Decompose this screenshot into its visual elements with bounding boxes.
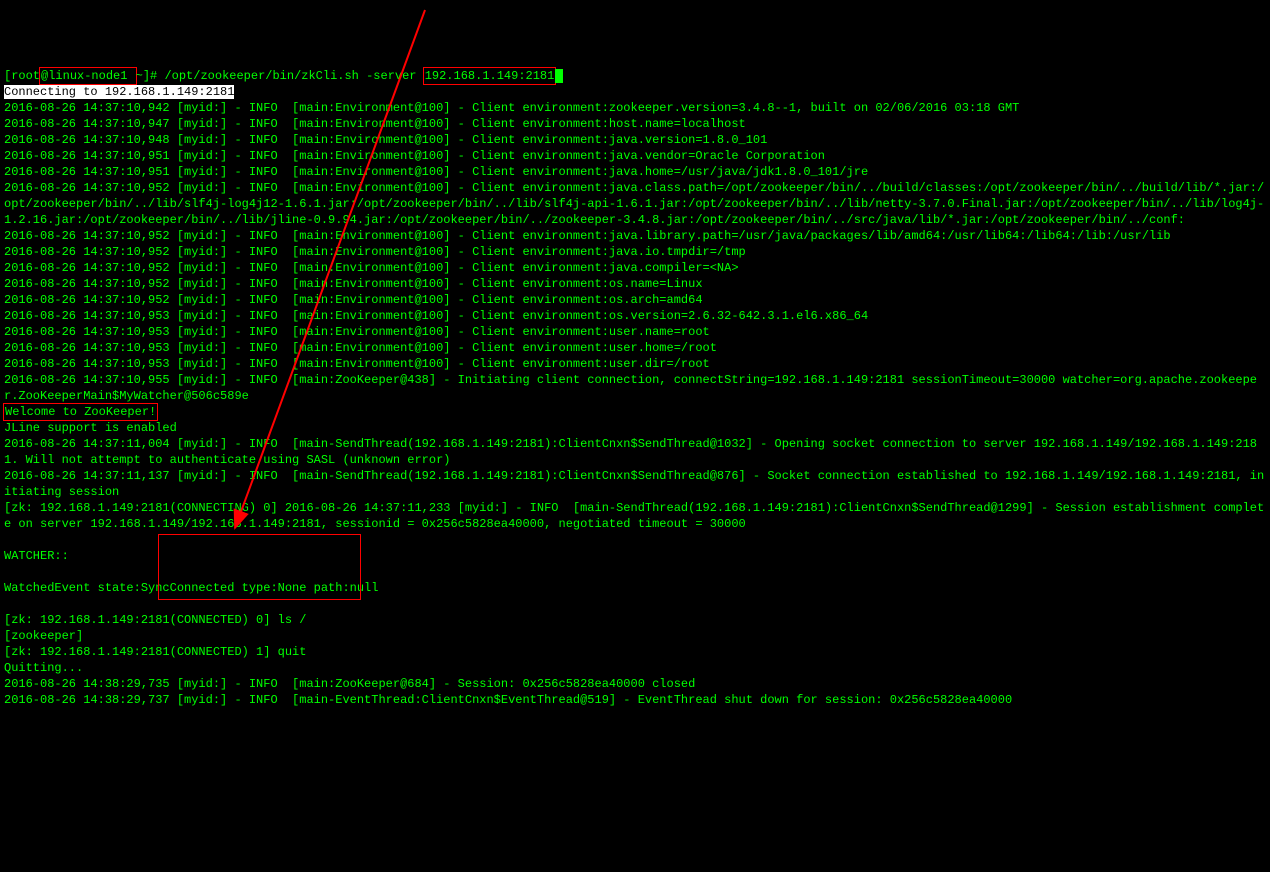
terminal-line: [4, 596, 1266, 612]
prompt-user: [root: [4, 69, 40, 83]
terminal-line: 2016-08-26 14:37:10,952 [myid:] - INFO […: [4, 228, 1266, 244]
terminal-cursor: [555, 69, 562, 83]
terminal-line: JLine support is enabled: [4, 420, 1266, 436]
server-arg-box: 192.168.1.149:2181: [423, 67, 557, 85]
terminal-line: [zk: 192.168.1.149:2181(CONNECTING) 0] 2…: [4, 500, 1266, 532]
prompt-suffix: ~]#: [136, 69, 165, 83]
terminal-line: 2016-08-26 14:37:10,953 [myid:] - INFO […: [4, 308, 1266, 324]
command-text: /opt/zookeeper/bin/zkCli.sh -server: [164, 69, 423, 83]
terminal-line: 2016-08-26 14:37:10,942 [myid:] - INFO […: [4, 100, 1266, 116]
terminal-line: 2016-08-26 14:37:10,952 [myid:] - INFO […: [4, 180, 1266, 228]
terminal-line: 2016-08-26 14:37:10,952 [myid:] - INFO […: [4, 260, 1266, 276]
zk-command-line: [zk: 192.168.1.149:2181(CONNECTED) 0] ls…: [4, 612, 1266, 628]
terminal-line: 2016-08-26 14:38:29,737 [myid:] - INFO […: [4, 692, 1266, 708]
terminal-line: 2016-08-26 14:37:10,951 [myid:] - INFO […: [4, 164, 1266, 180]
terminal-line: 2016-08-26 14:37:10,952 [myid:] - INFO […: [4, 244, 1266, 260]
terminal-line: 2016-08-26 14:37:10,952 [myid:] - INFO […: [4, 276, 1266, 292]
terminal-line: Welcome to ZooKeeper!: [4, 404, 1266, 420]
terminal-line: 2016-08-26 14:37:10,953 [myid:] - INFO […: [4, 340, 1266, 356]
terminal-line: Quitting...: [4, 660, 1266, 676]
zk-command-line: [zk: 192.168.1.149:2181(CONNECTED) 1] qu…: [4, 644, 1266, 660]
terminal-line: 2016-08-26 14:37:10,953 [myid:] - INFO […: [4, 324, 1266, 340]
terminal-line: 2016-08-26 14:37:10,952 [myid:] - INFO […: [4, 292, 1266, 308]
terminal-line: 2016-08-26 14:37:10,947 [myid:] - INFO […: [4, 116, 1266, 132]
terminal-line: WATCHER::: [4, 548, 1266, 564]
connecting-line: Connecting to 192.168.1.149:2181: [4, 85, 234, 99]
terminal-line: 2016-08-26 14:37:10,953 [myid:] - INFO […: [4, 356, 1266, 372]
terminal-line: 2016-08-26 14:38:29,735 [myid:] - INFO […: [4, 676, 1266, 692]
terminal-line: WatchedEvent state:SyncConnected type:No…: [4, 580, 1266, 596]
terminal-line: 2016-08-26 14:37:11,004 [myid:] - INFO […: [4, 436, 1266, 468]
terminal-line: Connecting to 192.168.1.149:2181: [4, 84, 1266, 100]
prompt-host-box: @linux-node1: [39, 67, 137, 85]
terminal-line: [4, 564, 1266, 580]
terminal-line: 2016-08-26 14:37:10,951 [myid:] - INFO […: [4, 148, 1266, 164]
terminal-output[interactable]: [root@linux-node1 ~]# /opt/zookeeper/bin…: [4, 68, 1266, 708]
zk-command-line: [zookeeper]: [4, 628, 1266, 644]
terminal-line: 2016-08-26 14:37:11,137 [myid:] - INFO […: [4, 468, 1266, 500]
terminal-line: [4, 532, 1266, 548]
shell-prompt-line: [root@linux-node1 ~]# /opt/zookeeper/bin…: [4, 68, 1266, 84]
welcome-box: Welcome to ZooKeeper!: [3, 403, 158, 421]
terminal-line: 2016-08-26 14:37:10,955 [myid:] - INFO […: [4, 372, 1266, 404]
terminal-line: 2016-08-26 14:37:10,948 [myid:] - INFO […: [4, 132, 1266, 148]
